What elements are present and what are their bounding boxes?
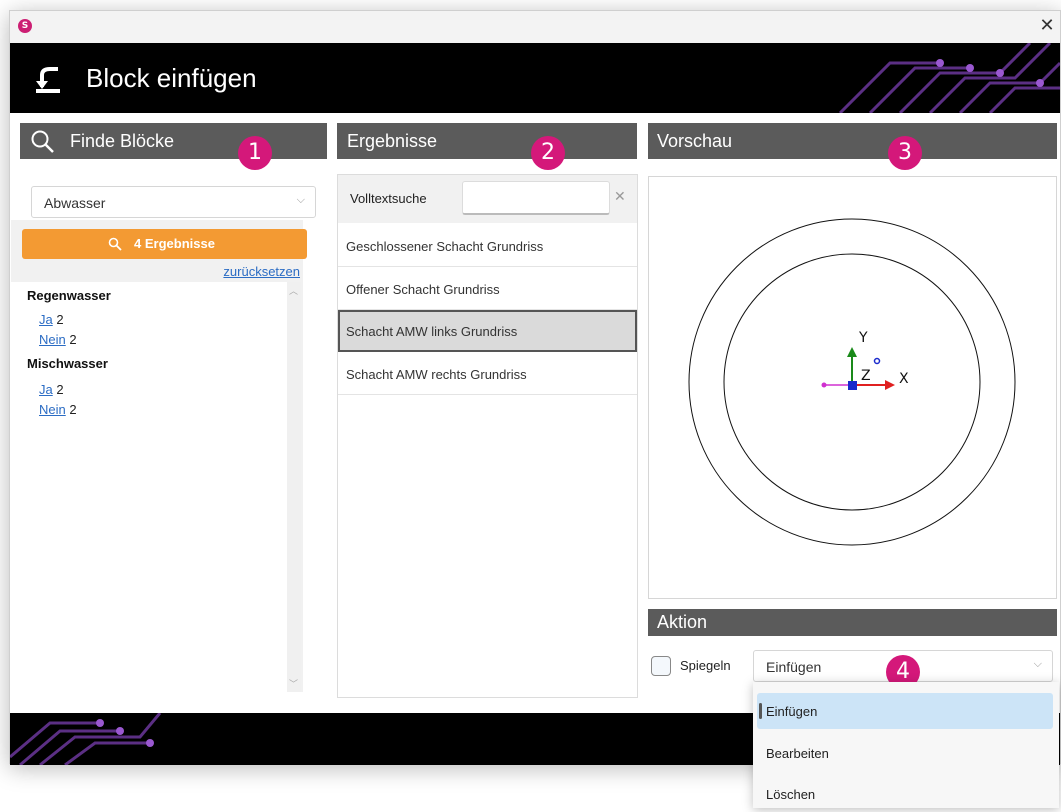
- results-title: Ergebnisse: [347, 131, 438, 151]
- preview-canvas[interactable]: X Y Z: [648, 176, 1057, 599]
- filter-option-link[interactable]: Nein: [39, 332, 66, 347]
- results-header: Ergebnisse 2: [337, 123, 637, 170]
- scroll-down-icon[interactable]: ﹀: [289, 677, 298, 690]
- filter-option: Nein 2: [39, 402, 77, 417]
- action-title: Aktion: [657, 612, 708, 632]
- app-logo-icon: S: [18, 19, 32, 33]
- title-bar: S ✕: [10, 11, 1060, 43]
- filter-option: Ja 2: [39, 382, 64, 397]
- filter-panel: 4 Ergebnisse zurücksetzen Regenwasser Ja…: [11, 220, 307, 692]
- y-axis-label: Y: [858, 330, 868, 346]
- filter-option-link[interactable]: Ja: [39, 312, 53, 327]
- filter-group-title: Regenwasser: [27, 288, 111, 303]
- block-insert-icon: [36, 67, 60, 93]
- step-badge-2: 2: [531, 136, 565, 170]
- result-item[interactable]: Offener Schacht Grundriss: [338, 268, 637, 310]
- scroll-up-icon[interactable]: ︿: [289, 284, 298, 297]
- filter-option-link[interactable]: Nein: [39, 402, 66, 417]
- result-item-label: Offener Schacht Grundriss: [346, 282, 500, 297]
- search-icon: [108, 237, 122, 251]
- fulltext-search-label: Volltextsuche: [350, 191, 427, 206]
- action-header: Aktion: [648, 609, 1057, 636]
- result-item[interactable]: Schacht AMW rechts Grundriss: [338, 353, 637, 395]
- filter-option: Nein 2: [39, 332, 77, 347]
- filter-option-count: 2: [56, 312, 64, 327]
- filter-scrollbar[interactable]: ︿ ﹀: [287, 282, 301, 692]
- results-button-label: 4 Ergebnisse: [134, 236, 215, 251]
- preview-title: Vorschau: [657, 131, 733, 151]
- reset-link[interactable]: zurücksetzen: [223, 264, 300, 279]
- fulltext-search-row: Volltextsuche ✕: [338, 175, 637, 223]
- circuit-decoration: [10, 713, 162, 765]
- mirror-label: Spiegeln: [680, 658, 731, 673]
- mirror-checkbox[interactable]: [651, 656, 671, 676]
- search-icon: [31, 130, 54, 153]
- preview-header: Vorschau 3: [648, 123, 1057, 170]
- dropdown-option-label: Bearbeiten: [766, 746, 829, 761]
- chevron-down-icon: ⌵: [296, 193, 305, 206]
- filter-option-link[interactable]: Ja: [39, 382, 53, 397]
- results-button[interactable]: 4 Ergebnisse: [22, 229, 307, 259]
- shaft-preview-drawing: X Y Z: [688, 218, 1016, 546]
- result-item-label: Geschlossener Schacht Grundriss: [346, 239, 544, 254]
- banner: Block einfügen: [10, 43, 1060, 113]
- action-dropdown-menu: Einfügen Bearbeiten Löschen: [753, 682, 1059, 808]
- result-item-label: Schacht AMW links Grundriss: [346, 324, 518, 339]
- z-axis-label: Z: [861, 368, 871, 384]
- step-badge-3: 3: [888, 136, 922, 170]
- dropdown-option-insert[interactable]: Einfügen: [757, 693, 1053, 729]
- dropdown-option-edit[interactable]: Bearbeiten: [753, 735, 1059, 771]
- results-panel: Volltextsuche ✕ Geschlossener Schacht Gr…: [337, 174, 638, 698]
- result-item-label: Schacht AMW rechts Grundriss: [346, 367, 527, 382]
- dropdown-option-label: Einfügen: [766, 704, 818, 719]
- filter-option-count: 2: [69, 332, 77, 347]
- close-icon[interactable]: ✕: [1036, 15, 1058, 37]
- clear-search-icon[interactable]: ✕: [614, 189, 626, 205]
- fulltext-search-input[interactable]: [462, 181, 610, 215]
- dialog-title: Block einfügen: [86, 63, 257, 93]
- find-blocks-title: Finde Blöcke: [70, 131, 175, 151]
- dropdown-option-label: Löschen: [766, 787, 816, 802]
- chevron-down-icon: ⌵: [1033, 657, 1042, 670]
- result-item-selected[interactable]: Schacht AMW links Grundriss: [338, 310, 637, 352]
- category-select[interactable]: Abwasser ⌵: [31, 186, 316, 218]
- dropdown-option-delete[interactable]: Löschen: [753, 776, 1059, 812]
- x-axis-label: X: [899, 371, 909, 387]
- filter-group-title: Mischwasser: [27, 356, 108, 371]
- filter-list: Regenwasser Ja 2 Nein 2 Mischwasser Ja 2…: [11, 282, 301, 692]
- result-item[interactable]: Geschlossener Schacht Grundriss: [338, 225, 637, 267]
- category-select-value: Abwasser: [44, 195, 106, 211]
- filter-option-count: 2: [69, 402, 77, 417]
- step-badge-1: 1: [238, 136, 272, 170]
- filter-option-count: 2: [56, 382, 64, 397]
- filter-option: Ja 2: [39, 312, 64, 327]
- find-blocks-header: Finde Blöcke 1: [20, 123, 327, 170]
- circuit-decoration: [838, 43, 1060, 113]
- action-select-value: Einfügen: [766, 659, 822, 675]
